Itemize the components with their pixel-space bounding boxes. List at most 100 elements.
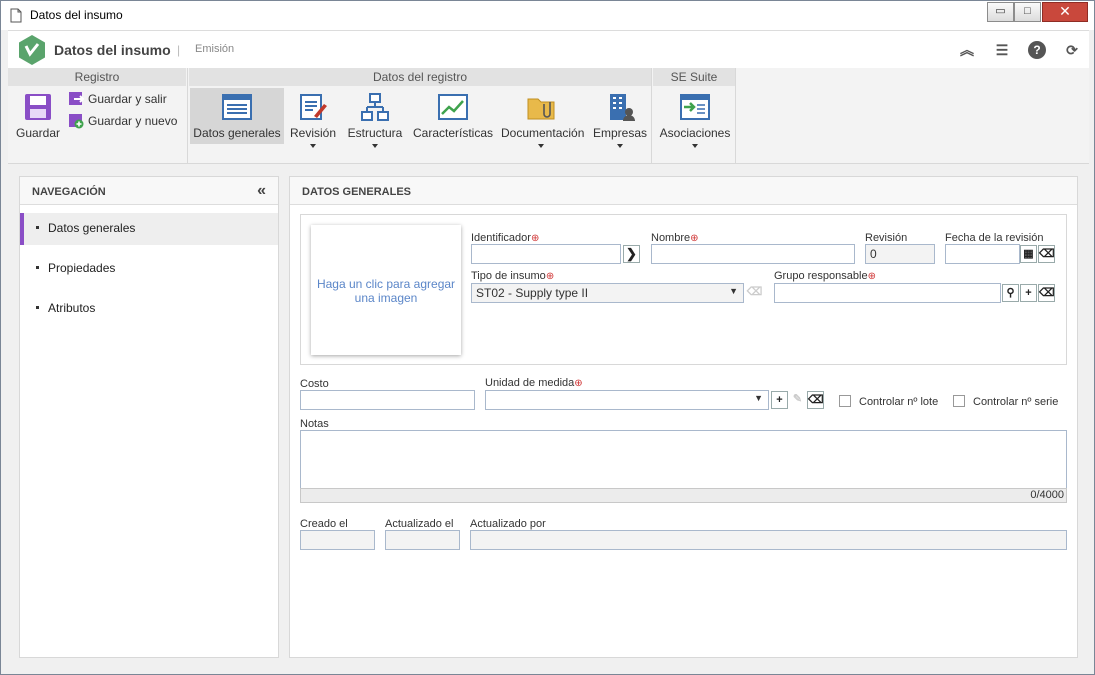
grupo-responsable-label: Grupo responsable⊕ [774,270,876,282]
list-icon[interactable]: ☰ [993,41,1011,59]
documentacion-label: Documentación [501,126,585,140]
revision-input: 0 [865,244,935,264]
actualizado-por-label: Actualizado por [470,518,546,530]
maximize-button[interactable]: □ [1014,2,1041,22]
actualizado-por-input [470,530,1067,550]
add-icon[interactable]: + [1020,284,1037,302]
tipo-insumo-label: Tipo de insumo⊕ [471,270,554,282]
unidad-medida-label: Unidad de medida⊕ [485,377,583,389]
associations-icon [680,94,710,120]
notas-label: Notas [300,418,329,430]
required-icon: ⊕ [690,233,699,244]
controlar-serie-label: Controlar nº serie [973,396,1059,408]
window-title: Datos del insumo [30,8,123,22]
app-header: Datos del insumo | Emisión ︽ ☰ ? ⟳ [8,30,1089,68]
chevron-down-icon [692,144,698,148]
revision-button[interactable]: Revisión [289,88,337,148]
ribbon-group-suite: SE Suite Asociaciones [653,68,735,163]
eraser-icon[interactable]: ⌫ [807,391,824,409]
save-exit-button[interactable]: Guardar y salir [68,91,167,107]
image-upload-area[interactable]: Haga un clic para agregar una imagen [311,225,461,355]
chevron-right-icon[interactable]: ❯ [623,245,640,263]
collapse-icon[interactable]: « [257,183,266,199]
save-new-button[interactable]: Guardar y nuevo [68,113,177,129]
estructura-button[interactable]: Estructura [345,88,405,148]
save-new-icon [69,114,84,129]
tipo-insumo-value: ST02 - Supply type II [476,286,589,300]
identificador-input[interactable] [471,244,621,264]
calendar-icon[interactable]: ▦ [1020,245,1037,263]
eraser-icon[interactable]: ⌫ [1038,284,1055,302]
chevron-down-icon [372,144,378,148]
grupo-responsable-label-text: Grupo responsable [774,270,868,282]
ribbon-toolbar: Registro Guardar Guardar y salir Guardar… [8,68,1089,164]
hierarchy-icon [361,93,389,121]
required-icon: ⊕ [530,233,540,244]
revision-label: Revisión [289,126,337,140]
creado-el-input [300,530,375,550]
controlar-lote-checkbox[interactable] [839,395,851,407]
ribbon-group-datos: Datos del registro Datos generales Revis… [189,68,651,163]
caracteristicas-button[interactable]: Características [413,88,493,144]
chevron-down-icon [538,144,544,148]
image-hint: Haga un clic para agregar una imagen [316,277,456,305]
dropdown-arrow-icon: ▼ [729,286,738,296]
required-icon: ⊕ [545,271,555,282]
asociaciones-button[interactable]: Asociaciones [657,88,733,148]
controlar-lote-label: Controlar nº lote [859,396,939,408]
estructura-label: Estructura [347,126,403,140]
fecha-revision-input[interactable] [945,244,1020,264]
tipo-insumo-select[interactable]: ST02 - Supply type II ▼ [471,283,744,303]
documentacion-button[interactable]: Documentación [501,88,585,148]
actualizado-el-input [385,530,460,550]
eraser-icon[interactable]: ⌫ [1038,245,1055,263]
tipo-insumo-label-text: Tipo de insumo [471,270,546,282]
chevron-down-icon [617,144,623,148]
nav-item-atributos[interactable]: Atributos [20,293,278,325]
datos-generales-label: Datos generales [193,126,281,140]
costo-input[interactable] [300,390,475,410]
identificador-label: Identificador⊕ [471,232,539,244]
search-icon[interactable]: ⚲ [1002,284,1019,302]
edit-document-icon [300,94,327,120]
nombre-label-text: Nombre [651,232,691,244]
minimize-button[interactable]: ▭ [987,2,1014,22]
save-exit-icon [69,92,84,105]
main-title: DATOS GENERALES [290,177,1077,205]
nombre-input[interactable] [651,244,855,264]
document-icon [10,8,22,23]
add-icon[interactable]: + [771,391,788,409]
costo-label: Costo [300,378,329,390]
help-icon[interactable]: ? [1028,41,1046,59]
save-button[interactable]: Guardar [10,88,66,144]
required-icon: ⊕ [867,271,876,282]
floppy-disk-icon [25,94,51,120]
form-window-icon [222,94,252,120]
empresas-label: Empresas [592,126,648,140]
collapse-up-icon[interactable]: ︽ [958,41,976,59]
empresas-button[interactable]: Empresas [592,88,648,148]
required-icon: ⊕ [574,378,583,389]
datos-generales-button[interactable]: Datos generales [190,88,284,144]
notas-textarea[interactable] [300,430,1067,489]
nav-item-propiedades[interactable]: Propiedades [20,253,278,285]
unidad-medida-label-text: Unidad de medida [485,377,575,389]
dropdown-arrow-icon: ▼ [754,393,763,403]
save-exit-label: Guardar y salir [88,92,167,106]
chart-icon [438,94,468,120]
nombre-label: Nombre⊕ [651,232,699,244]
ribbon-group-label: Registro [8,68,186,86]
close-button[interactable]: ✕ [1042,2,1088,22]
controlar-serie-checkbox[interactable] [953,395,965,407]
revision-field-label: Revisión [865,232,908,244]
unidad-medida-select[interactable]: ▼ [485,390,769,410]
ribbon-group-label: Datos del registro [189,68,651,86]
refresh-icon[interactable]: ⟳ [1063,41,1081,59]
grupo-responsable-input[interactable] [774,283,1001,303]
actualizado-el-label: Actualizado el [385,518,454,530]
notas-counter: 0/4000 [300,488,1067,503]
nav-item-datos-generales[interactable]: Datos generales [20,213,278,245]
eraser-icon: ⌫ [746,286,763,298]
save-new-label: Guardar y nuevo [88,114,178,128]
page-subtitle: Emisión [195,43,235,55]
